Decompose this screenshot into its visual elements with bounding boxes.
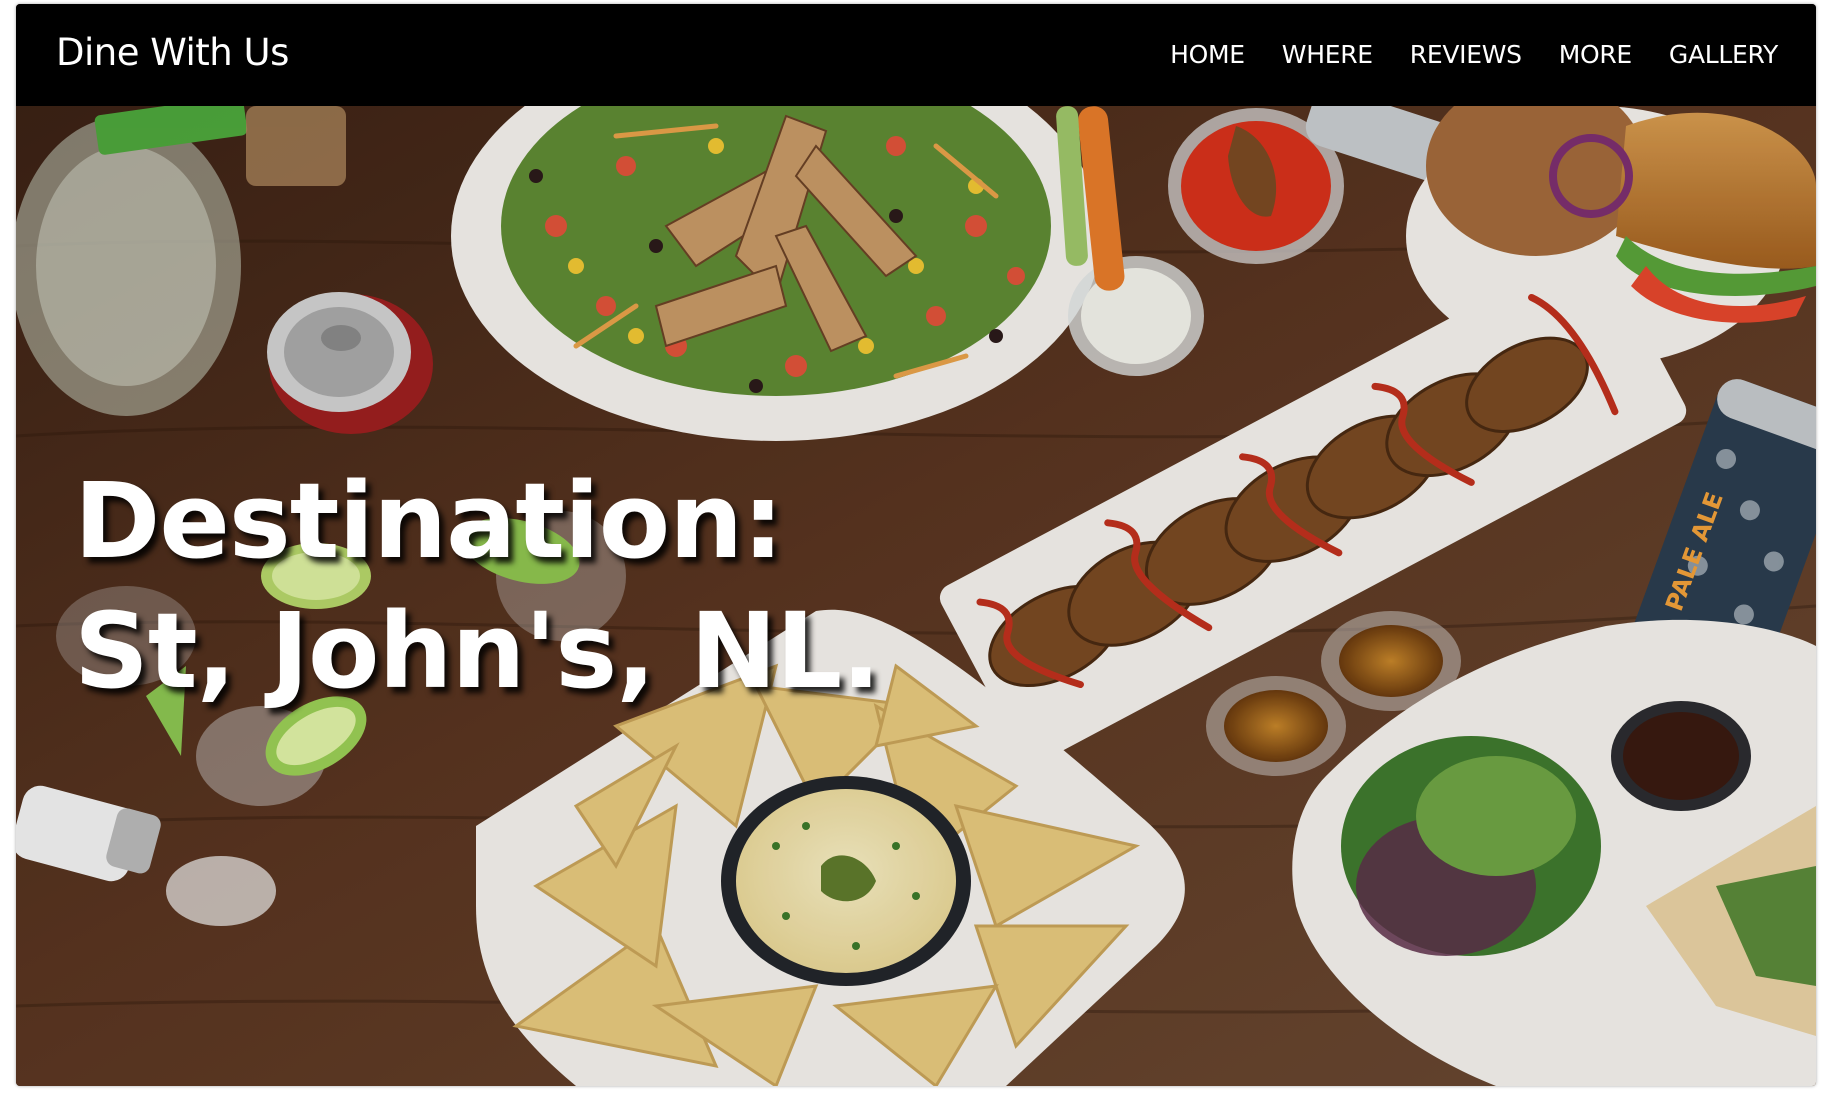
navbar: Dine With Us HOME WHERE REVIEWS MORE GAL…	[16, 4, 1816, 106]
browser-frame: Dine With Us HOME WHERE REVIEWS MORE GAL…	[0, 0, 1829, 1098]
brand-link[interactable]: Dine With Us	[56, 31, 289, 74]
hero-section: PALE ALE Destination: St, John's, NL.	[16, 106, 1816, 1086]
nav-links: HOME WHERE REVIEWS MORE GALLERY	[1170, 40, 1778, 69]
nav-link-gallery[interactable]: GALLERY	[1669, 40, 1778, 69]
nav-link-reviews[interactable]: REVIEWS	[1410, 40, 1522, 69]
nav-link-home[interactable]: HOME	[1170, 40, 1245, 69]
page: Dine With Us HOME WHERE REVIEWS MORE GAL…	[16, 4, 1816, 1086]
hero-title-line-2: St, John's, NL.	[74, 590, 881, 712]
hero-title: Destination: St, John's, NL.	[74, 456, 881, 716]
nav-link-where[interactable]: WHERE	[1282, 40, 1373, 69]
nav-link-more[interactable]: MORE	[1559, 40, 1633, 69]
hero-title-line-1: Destination:	[74, 460, 784, 582]
